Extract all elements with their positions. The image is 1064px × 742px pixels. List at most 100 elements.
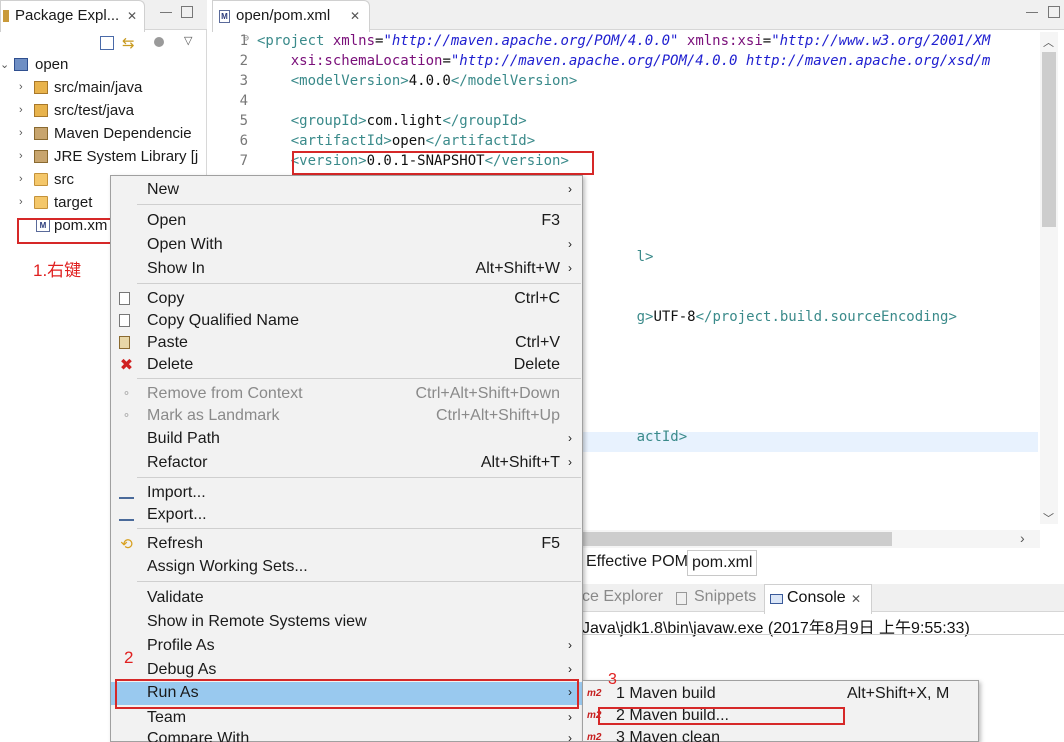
menu-item-mark-as-landmark[interactable]: ⚬ Mark as Landmark Ctrl+Alt+Shift+Up <box>111 405 582 428</box>
code-token: <groupId> <box>257 113 367 129</box>
chevron-right-icon[interactable]: › <box>19 196 23 208</box>
menu-item-new[interactable]: New › <box>111 179 582 202</box>
annotation-step2: 2 <box>124 648 134 667</box>
code-line: 2 xsi:schemaLocation="http://maven.apach… <box>212 53 991 73</box>
tab-pom-xml[interactable]: pom.xml <box>687 550 758 576</box>
menu-item-label: Import... <box>147 484 206 501</box>
chevron-right-icon[interactable]: › <box>19 173 23 185</box>
tree-item-label: target <box>54 194 93 211</box>
view-menu-filter-icon[interactable] <box>154 37 164 47</box>
menu-item-remove-from-context[interactable]: ⚬ Remove from Context Ctrl+Alt+Shift+Dow… <box>111 383 582 406</box>
collapse-all-icon[interactable] <box>100 36 114 50</box>
tree-item-project[interactable]: ⌄ open <box>0 54 207 76</box>
menu-item-import[interactable]: Import... <box>111 482 582 505</box>
chevron-right-icon[interactable]: › <box>19 127 23 139</box>
highlight-box-run-as <box>115 679 579 709</box>
console-separator <box>582 634 1064 635</box>
link-with-editor-icon[interactable]: ⇆ <box>122 34 136 52</box>
menu-item-label: Debug As <box>147 661 217 678</box>
menu-item-open[interactable]: Open F3 <box>111 210 582 233</box>
menu-separator <box>137 581 581 582</box>
vertical-scroll-thumb[interactable] <box>1042 52 1056 227</box>
code-token: l> <box>636 249 654 265</box>
tab-effective-pom[interactable]: Effective POM <box>582 550 692 576</box>
code-token: </project.build.sourceEncoding> <box>695 309 957 325</box>
menu-item-show-in-remote-systems[interactable]: Show in Remote Systems view <box>111 611 582 634</box>
close-icon[interactable]: ✕ <box>350 9 360 23</box>
submenu-item-maven-build[interactable]: m2 1 Maven build Alt+Shift+X, M <box>583 683 978 705</box>
line-number: 3 <box>239 73 248 89</box>
menu-item-profile-as[interactable]: Profile As › <box>111 635 582 658</box>
scroll-down-icon[interactable]: ﹀ <box>1043 510 1054 526</box>
tab-remote-explorer[interactable]: ce Explorer <box>582 588 663 606</box>
code-token: actId> <box>636 429 688 445</box>
menu-item-shortcut: Alt+Shift+T <box>480 454 560 471</box>
submenu-item-maven-clean[interactable]: m2 3 Maven clean <box>583 727 978 742</box>
submenu-arrow-icon: › <box>568 731 572 742</box>
menu-item-export[interactable]: Export... <box>111 504 582 527</box>
submenu-arrow-icon: › <box>568 455 572 469</box>
menu-item-shortcut: F3 <box>541 212 560 229</box>
maximize-icon[interactable] <box>1048 6 1060 18</box>
close-icon[interactable]: ✕ <box>851 592 861 606</box>
menu-item-paste[interactable]: Paste Ctrl+V <box>111 332 582 355</box>
scroll-up-icon[interactable]: ︿ <box>1043 34 1054 50</box>
copy-icon <box>119 292 130 305</box>
minimize-icon[interactable] <box>1026 6 1038 13</box>
maven-m2-icon: m2 <box>587 732 602 742</box>
chevron-right-icon[interactable]: › <box>19 104 23 116</box>
fold-icon[interactable]: ⊖ <box>243 33 249 44</box>
chevron-down-icon[interactable]: ⌄ <box>0 58 9 71</box>
paste-icon <box>119 336 130 349</box>
tree-item-src-test-java[interactable]: › src/test/java <box>0 100 207 122</box>
annotation-step3: 3 <box>608 671 617 688</box>
tree-item-jre-system-library[interactable]: › JRE System Library [j <box>0 146 207 168</box>
import-icon <box>119 489 134 499</box>
horizontal-scroll-thumb[interactable] <box>582 532 892 546</box>
menu-item-copy[interactable]: Copy Ctrl+C <box>111 288 582 311</box>
menu-separator <box>137 528 581 529</box>
menu-item-build-path[interactable]: Build Path › <box>111 428 582 451</box>
library-icon <box>34 150 48 163</box>
code-token: UTF-8 <box>653 309 696 325</box>
close-icon[interactable]: ✕ <box>127 9 137 23</box>
menu-item-open-with[interactable]: Open With › <box>111 234 582 257</box>
tab-console[interactable]: Console ✕ <box>764 584 872 614</box>
package-explorer-tabbar: Package Expl... ✕ <box>0 0 207 32</box>
chevron-right-icon[interactable]: › <box>19 81 23 93</box>
snippets-icon <box>676 592 687 605</box>
chevron-down-icon[interactable]: ▽ <box>184 34 198 48</box>
package-explorer-tab[interactable]: Package Expl... ✕ <box>0 0 145 32</box>
menu-item-compare-with[interactable]: Compare With › <box>111 728 582 742</box>
menu-item-delete[interactable]: ✖ Delete Delete <box>111 354 582 377</box>
chevron-right-icon[interactable]: › <box>19 150 23 162</box>
refresh-icon: ⟲ <box>120 536 133 553</box>
editor-tab-pom-xml[interactable]: M open/pom.xml ✕ <box>212 0 370 32</box>
menu-item-validate[interactable]: Validate <box>111 587 582 610</box>
tab-snippets[interactable]: Snippets <box>694 588 756 606</box>
scroll-right-icon[interactable]: › <box>1020 530 1025 546</box>
code-token: </modelVersion> <box>450 73 578 89</box>
menu-item-show-in[interactable]: Show In Alt+Shift+W › <box>111 258 582 281</box>
tree-item-maven-dependencies[interactable]: › Maven Dependencie <box>0 123 207 145</box>
code-token: xmlns:xsi <box>678 33 763 49</box>
delete-icon: ✖ <box>119 357 134 374</box>
code-token: xsi:schemaLocation <box>257 53 443 69</box>
menu-item-label: Compare With <box>147 730 250 742</box>
menu-item-copy-qualified-name[interactable]: Copy Qualified Name <box>111 310 582 333</box>
line-number: 6 <box>239 133 248 149</box>
menu-item-refactor[interactable]: Refactor Alt+Shift+T › <box>111 452 582 475</box>
line-number: 2 <box>239 53 248 69</box>
minimize-icon[interactable] <box>160 6 172 13</box>
line-number: 5 <box>239 113 248 129</box>
menu-item-refresh[interactable]: ⟲ Refresh F5 <box>111 533 582 556</box>
code-token: "http://maven.apache.org/POM/4.0.0" <box>383 33 679 49</box>
copy-qualified-name-icon <box>119 314 130 327</box>
menu-item-assign-working-sets[interactable]: Assign Working Sets... <box>111 556 582 579</box>
code-token: xmlns <box>332 33 376 49</box>
menu-item-label: Open With <box>147 236 223 253</box>
annotation-step1: 1.右键 <box>33 261 82 280</box>
maximize-icon[interactable] <box>181 6 193 18</box>
tree-item-src-main-java[interactable]: › src/main/java <box>0 77 207 99</box>
menu-item-team[interactable]: Team › <box>111 707 582 730</box>
